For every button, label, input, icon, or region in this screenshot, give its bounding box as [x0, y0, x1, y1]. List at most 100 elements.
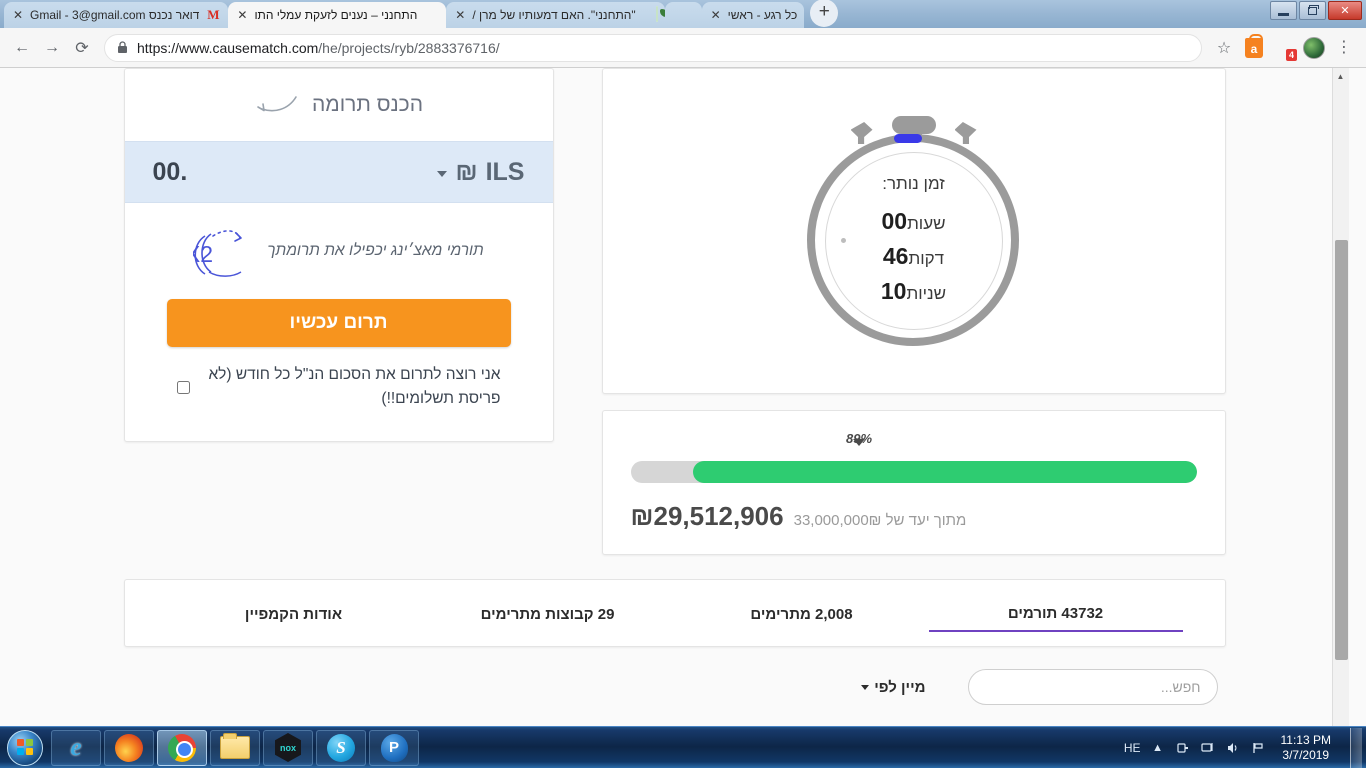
- currency-selector[interactable]: ILS ₪: [437, 158, 524, 187]
- donation-amount-input[interactable]: .00: [153, 158, 188, 187]
- action-center-flag-icon[interactable]: [1250, 740, 1266, 756]
- language-indicator[interactable]: HE: [1124, 741, 1141, 755]
- new-tab-button[interactable]: +: [810, 0, 838, 27]
- forward-icon[interactable]: →: [38, 34, 66, 62]
- taskbar-nox[interactable]: nox: [263, 730, 313, 766]
- start-button[interactable]: [2, 729, 48, 767]
- windows-taskbar: e nox S P HE ▲ 11:13 PM 3/7/2019: [0, 726, 1366, 768]
- stopwatch-right-ear-icon: [955, 122, 977, 144]
- search-input[interactable]: [968, 669, 1218, 705]
- donation-card: הכנס תרומה ILS ₪: [124, 68, 554, 442]
- countdown-seconds-value: 10: [881, 278, 907, 304]
- browser-tab-causematch[interactable]: התחנני – נענים לזעקת עמלי התו ✕: [228, 2, 446, 28]
- back-icon[interactable]: ←: [8, 34, 36, 62]
- internet-explorer-icon: e: [70, 734, 81, 762]
- stopwatch-crown-icon: [892, 116, 936, 134]
- browser-tab-article[interactable]: "התחנני". האם דמעותיו של מרן / ✕: [446, 2, 664, 28]
- dots-icon: [679, 7, 695, 23]
- tab-donors[interactable]: 43732 תורמים: [929, 595, 1183, 632]
- recurring-checkbox[interactable]: [177, 381, 190, 394]
- top-row: זמן נותר: שעות00 דקות46 שניות10: [124, 68, 1226, 555]
- chrome-icon: [168, 734, 196, 762]
- donation-header-label: הכנס תרומה: [312, 93, 423, 117]
- currency-code: ILS: [486, 158, 525, 187]
- browser-tab-untitled[interactable]: [665, 2, 702, 28]
- show-desktop-button[interactable]: [1350, 728, 1362, 768]
- tab-strip: M דואר נכנס Gmail - 3@gmail.com ✕ התחנני…: [0, 0, 1366, 28]
- tab-close-icon[interactable]: ✕: [236, 9, 248, 21]
- countdown-label: זמן נותר:: [799, 174, 1029, 194]
- sort-by-label: מיין לפי: [874, 679, 925, 696]
- scroll-up-arrow-icon[interactable]: ▲: [1332, 68, 1349, 85]
- taskbar-file-explorer[interactable]: [210, 730, 260, 766]
- clock-date: 3/7/2019: [1282, 748, 1329, 762]
- green-book-icon: [642, 7, 658, 23]
- browser-tab-gmail[interactable]: M דואר נכנס Gmail - 3@gmail.com ✕: [4, 2, 228, 28]
- bookmark-star-icon[interactable]: ☆: [1210, 34, 1238, 62]
- taskbar-firefox[interactable]: [104, 730, 154, 766]
- chrome-menu-icon[interactable]: ⋮: [1330, 34, 1358, 62]
- sort-by-dropdown[interactable]: מיין לפי: [861, 679, 925, 696]
- power-icon[interactable]: [1175, 740, 1191, 756]
- page-scrollbar[interactable]: ▲: [1332, 68, 1349, 726]
- progress-bar-fill: [693, 461, 1197, 483]
- address-bar[interactable]: https://www.causematch.com/he/projects/r…: [104, 34, 1202, 62]
- tab-title: התחנני – נענים לזעקת עמלי התו: [254, 8, 417, 22]
- profile-avatar[interactable]: [1300, 34, 1328, 62]
- tab-close-icon[interactable]: ✕: [454, 9, 466, 21]
- countdown-hours-unit: שעות: [907, 214, 945, 233]
- tab-fundraiser-teams[interactable]: 29 קבוצות מתרימים: [421, 596, 675, 631]
- browser-tab-kolrega[interactable]: כל רגע - ראשי ✕: [702, 2, 805, 28]
- goal-text: מתוך יעד של 33,000,000₪: [794, 512, 967, 529]
- tab-fundraisers[interactable]: 2,008 מתרימים: [675, 596, 929, 631]
- shopping-extension-icon[interactable]: a: [1240, 34, 1268, 62]
- taskbar-google-chrome[interactable]: [157, 730, 207, 766]
- browser-window: M דואר נכנס Gmail - 3@gmail.com ✕ התחנני…: [0, 0, 1366, 726]
- restore-button[interactable]: [1299, 1, 1326, 20]
- nox-icon: nox: [275, 733, 301, 762]
- tab-close-icon[interactable]: ✕: [12, 9, 24, 21]
- totals-row: ₪29,512,906 מתוך יעד של 33,000,000₪: [631, 501, 1197, 532]
- tab-title: דואר נכנס Gmail - 3@gmail.com: [30, 8, 199, 22]
- volume-icon[interactable]: [1225, 740, 1241, 756]
- page-content: זמן נותר: שעות00 דקות46 שניות10: [124, 68, 1226, 705]
- taskbar-internet-explorer[interactable]: e: [51, 730, 101, 766]
- donate-now-button[interactable]: תרום עכשיו: [167, 299, 511, 347]
- percent-marker-wrap: 89%: [631, 431, 1197, 461]
- list-controls-row: מיין לפי: [124, 669, 1226, 705]
- system-tray: HE ▲ 11:13 PM 3/7/2019: [1124, 728, 1366, 768]
- countdown-seconds-unit: שניות: [906, 284, 946, 303]
- stopwatch-graphic: זמן נותר: שעות00 דקות46 שניות10: [799, 96, 1029, 366]
- close-button[interactable]: ✕: [1328, 1, 1362, 20]
- reload-icon[interactable]: ⟳: [68, 34, 96, 62]
- recurring-donation-row: אני רוצה לתרום את הסכום הנ"ל כל חודש (לא…: [125, 347, 553, 441]
- gmail-icon: M: [205, 7, 221, 23]
- minimize-button[interactable]: [1270, 1, 1297, 20]
- donate-button-wrap: תרום עכשיו: [125, 299, 553, 347]
- countdown-timer-card: זמן נותר: שעות00 דקות46 שניות10: [602, 68, 1226, 394]
- campaign-stats-tabs: 43732 תורמים 2,008 מתרימים 29 קבוצות מתר…: [124, 579, 1226, 647]
- countdown-minutes-value: 46: [883, 243, 909, 269]
- stopwatch-left-ear-icon: [851, 122, 873, 144]
- scrollbar-thumb[interactable]: [1335, 240, 1348, 660]
- matching-text: תורמי מאצ׳ינג יכפילו את תרומתך: [267, 242, 484, 260]
- taskbar-pico[interactable]: P: [369, 730, 419, 766]
- countdown-seconds: שניות10: [799, 278, 1029, 305]
- network-icon[interactable]: [1200, 740, 1216, 756]
- progress-card: 89% ₪29,512,906 מתוך יעד של 33,000,000₪: [602, 410, 1226, 555]
- taskbar-clock[interactable]: 11:13 PM 3/7/2019: [1275, 733, 1337, 763]
- tab-close-icon[interactable]: ✕: [710, 9, 722, 21]
- extension-badge-count: 4: [1286, 49, 1297, 61]
- stopwatch-progress-marker: [894, 134, 922, 143]
- chevron-down-icon: [861, 685, 869, 690]
- amount-raised: ₪29,512,906: [631, 501, 784, 532]
- tab-title: כל רגע - ראשי: [728, 8, 798, 22]
- tab-about-campaign[interactable]: אודות הקמפיין: [167, 596, 421, 631]
- donation-amount-row[interactable]: ILS ₪ .00: [125, 141, 553, 203]
- flame-icon: [423, 7, 439, 23]
- extension-with-badge-icon[interactable]: 4: [1270, 34, 1298, 62]
- recurring-label: אני רוצה לתרום את הסכום הנ"ל כל חודש (לא…: [202, 363, 501, 411]
- show-hidden-icons-chevron-icon[interactable]: ▲: [1150, 740, 1166, 756]
- progress-bar-track: [631, 461, 1197, 483]
- taskbar-skype[interactable]: S: [316, 730, 366, 766]
